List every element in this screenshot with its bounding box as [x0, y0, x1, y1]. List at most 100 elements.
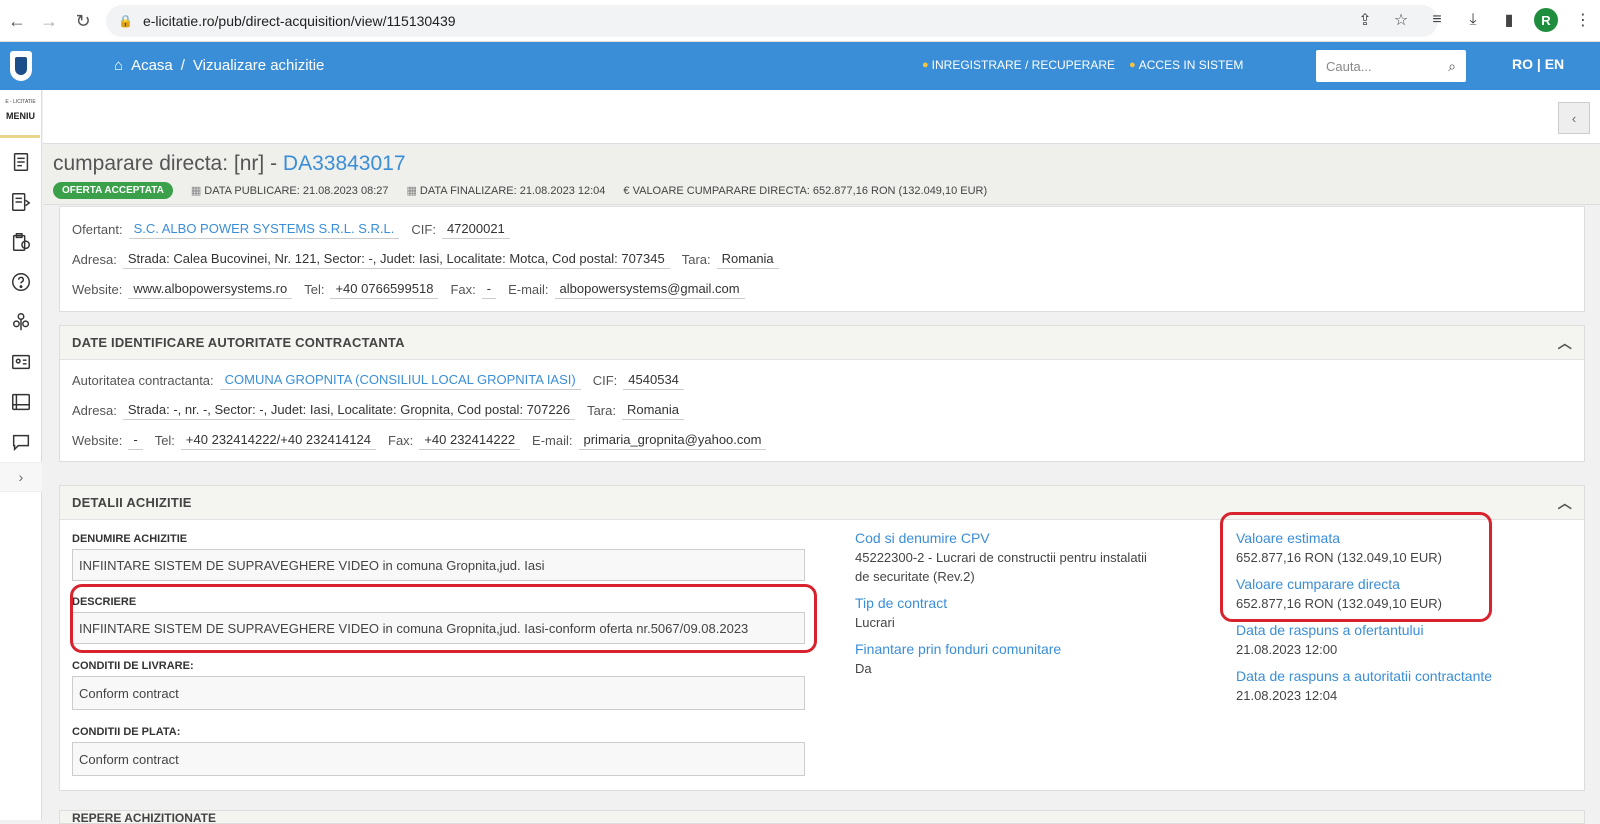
payment-field: Conform contract [72, 742, 805, 776]
profile-avatar[interactable]: R [1534, 8, 1558, 32]
content-toolbar: ‹ [43, 90, 1600, 144]
register-link[interactable]: ● INREGISTRARE / RECUPERARE [922, 58, 1115, 72]
tree-icon[interactable] [0, 302, 42, 342]
site-header: ⌂ Acasa / Vizualizare achizitie ● INREGIS… [0, 42, 1600, 90]
lang-separator: | [1536, 56, 1541, 72]
collapse-panel-button[interactable]: ‹ [1558, 102, 1590, 134]
forward-icon[interactable]: → [36, 8, 62, 34]
share-icon[interactable]: ⇪ [1354, 9, 1376, 31]
search-input[interactable] [1326, 58, 1436, 74]
ofertant-country: Romania [716, 250, 779, 269]
finalize-date-text: DATA FINALIZARE: 21.08.2023 12:04 [419, 185, 606, 197]
authority-panel-header[interactable]: DATE IDENTIFICARE AUTORITATE CONTRACTANT… [60, 326, 1584, 360]
name-field: INFIINTARE SISTEM DE SUPRAVEGHERE VIDEO … [72, 549, 805, 581]
reload-icon[interactable]: ↻ [70, 8, 96, 34]
authority-tel: +40 232414222/+40 232414124 [180, 431, 377, 450]
ofertant-panel: Ofertant: S.C. ALBO POWER SYSTEMS S.R.L.… [59, 206, 1585, 312]
breadcrumb-current: Vizualizare achizitie [192, 57, 325, 74]
authority-contact-row: Website: - Tel: +40 232414222/+40 232414… [60, 425, 1584, 455]
search-box: ⌕ [1316, 50, 1466, 82]
payment-label: CONDITII DE PLATA: [72, 726, 181, 738]
back-icon[interactable]: ← [4, 8, 30, 34]
authority-panel: DATE IDENTIFICARE AUTORITATE CONTRACTANT… [59, 325, 1585, 462]
authority-email: primaria_gropnita@yahoo.com [578, 431, 767, 450]
sidebar-menu-label[interactable]: MENIU [0, 111, 41, 121]
lang-en[interactable]: EN [1545, 56, 1564, 72]
authority-heading: DATE IDENTIFICARE AUTORITATE CONTRACTANT… [72, 335, 405, 350]
cpv-title: Cod si denumire CPV [855, 530, 990, 546]
star-icon[interactable]: ☆ [1390, 9, 1412, 31]
fax-label: Fax: [450, 281, 476, 297]
account-links: ● INREGISTRARE / RECUPERARE ● ACCES IN SIS… [922, 58, 1243, 72]
ofertant-label: Ofertant: [72, 221, 123, 237]
tel-label: Tel: [154, 432, 175, 448]
authority-address-row: Adresa: Strada: -, nr. -, Sector: -, Jud… [60, 395, 1584, 425]
purchased-items-panel[interactable]: REPERE ACHIZITIONATE [59, 810, 1585, 824]
cif-label: CIF: [592, 372, 618, 388]
breadcrumb: ⌂ Acasa / Vizualizare achizitie [114, 57, 324, 74]
url-text: e-licitatie.ro/pub/direct-acquisition/vi… [142, 13, 456, 29]
delivery-label: CONDITII DE LIVRARE: [72, 660, 194, 672]
authority-name-link[interactable]: COMUNA GROPNITA (CONSILIUL LOCAL GROPNIT… [219, 371, 581, 390]
side-panel-icon[interactable]: ▮ [1498, 9, 1520, 31]
calendar-icon: ▦ [406, 185, 417, 197]
name-label: DENUMIRE ACHIZITIE [72, 533, 188, 545]
menu-dots-icon[interactable]: ⋮ [1572, 9, 1594, 31]
ofertant-website: www.albopowersystems.ro [128, 280, 293, 299]
breadcrumb-home[interactable]: Acasa [131, 57, 173, 74]
catalog-icon[interactable] [0, 382, 42, 422]
chat-icon[interactable] [0, 422, 42, 462]
bidder-response-date: 21.08.2023 12:00 [1236, 642, 1338, 657]
contract-type-title: Tip de contract [855, 595, 948, 611]
search-icon[interactable]: ⌕ [1448, 58, 1456, 75]
download-icon[interactable]: ⤓ [1462, 9, 1484, 31]
email-label: E-mail: [508, 281, 549, 297]
ofertant-address: Strada: Calea Bucovinei, Nr. 121, Sector… [122, 250, 670, 269]
fax-label: Fax: [388, 432, 414, 448]
description-highlight [70, 584, 817, 653]
lang-ro[interactable]: RO [1512, 56, 1533, 72]
ofertant-cif: 47200021 [441, 220, 510, 239]
status-badge: OFERTA ACCEPTATA [53, 182, 173, 199]
browser-actions: ⇪ ☆ ≡ ⤓ ▮ R ⋮ [1354, 8, 1600, 32]
help-icon[interactable] [0, 262, 42, 302]
page-title: cumparare directa: [nr] - DA33843017 [53, 152, 406, 176]
eu-funds: Da [855, 661, 872, 676]
acquisition-header: cumparare directa: [nr] - DA33843017 OFE… [43, 145, 1600, 205]
ofertant-contact-row: Website: www.albopowersystems.ro Tel: +4… [60, 274, 1584, 304]
website-label: Website: [72, 281, 123, 297]
ofertant-name-link[interactable]: S.C. ALBO POWER SYSTEMS S.R.L. S.R.L. [128, 220, 400, 239]
contract-type: Lucrari [855, 615, 895, 630]
chevron-up-icon[interactable]: ︿ [1558, 493, 1572, 513]
site-logo[interactable] [0, 42, 42, 90]
lock-icon: 🔒 [118, 14, 133, 28]
bidder-response-title: Data de raspuns a ofertantului [1236, 622, 1424, 638]
acquisition-code[interactable]: DA33843017 [283, 152, 406, 175]
document-icon[interactable] [0, 142, 42, 182]
publish-date-text: DATA PUBLICARE: 21.08.2023 08:27 [204, 185, 389, 197]
cpv-line-1: 45222300-2 - Lucrari de constructii pent… [855, 550, 1147, 565]
ofertant-email: albopowersystems@gmail.com [554, 280, 745, 299]
register-link-label: INREGISTRARE / RECUPERARE [931, 58, 1116, 72]
delivery-field: Conform contract [72, 676, 805, 710]
list-export-icon[interactable] [0, 182, 42, 222]
title-prefix: cumparare directa: [nr] - [53, 152, 283, 175]
clipboard-icon[interactable] [0, 222, 42, 262]
chevron-up-icon[interactable]: ︿ [1558, 333, 1572, 353]
home-icon[interactable]: ⌂ [114, 57, 123, 74]
reading-list-icon[interactable]: ≡ [1426, 9, 1448, 31]
ofertant-row: Ofertant: S.C. ALBO POWER SYSTEMS S.R.L.… [60, 214, 1584, 244]
login-link[interactable]: ● ACCES IN SISTEM [1129, 58, 1243, 72]
login-link-label: ACCES IN SISTEM [1138, 58, 1244, 72]
address-bar[interactable]: 🔒 e-licitatie.ro/pub/direct-acquisition/… [106, 5, 1438, 37]
left-sidebar: E - LICITATIE MENIU › [0, 90, 42, 820]
authority-row: Autoritatea contractanta: COMUNA GROPNIT… [60, 365, 1584, 395]
authority-website: - [128, 431, 143, 450]
ofertant-fax: - [481, 280, 497, 299]
authority-address: Strada: -, nr. -, Sector: -, Judet: Iasi… [122, 401, 576, 420]
sidebar-expand-button[interactable]: › [0, 462, 42, 492]
contact-card-icon[interactable] [0, 342, 42, 382]
ofertant-address-row: Adresa: Strada: Calea Bucovinei, Nr. 121… [60, 244, 1584, 274]
finalize-date: ▦ DATA FINALIZARE: 21.08.2023 12:04 [407, 184, 606, 197]
country-label: Tara: [587, 402, 616, 418]
